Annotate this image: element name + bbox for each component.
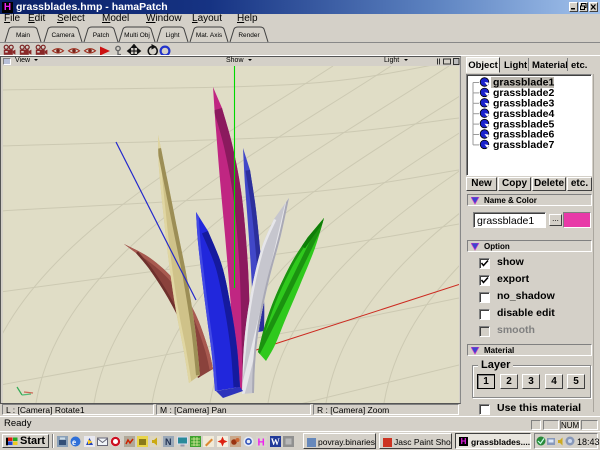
svg-text:e: e — [72, 437, 76, 447]
svg-text:N: N — [165, 437, 172, 447]
svg-text:W: W — [271, 437, 280, 447]
svg-text:H: H — [258, 438, 265, 449]
